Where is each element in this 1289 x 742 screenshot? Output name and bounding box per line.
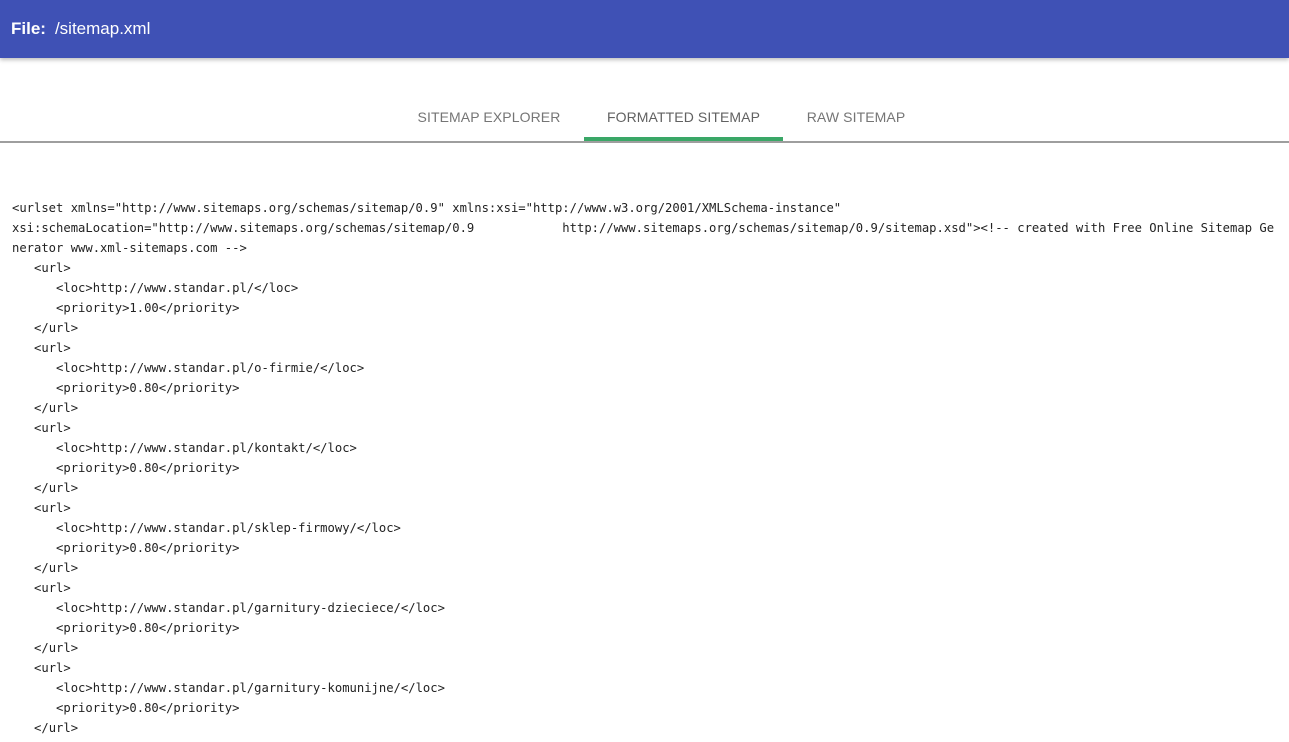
tab-sitemap-explorer[interactable]: SITEMAP EXPLORER	[394, 92, 584, 141]
formatted-sitemap-content: <urlset xmlns="http://www.sitemaps.org/s…	[12, 201, 1275, 735]
file-label: File:	[11, 19, 46, 38]
tab-raw-sitemap[interactable]: RAW SITEMAP	[783, 92, 929, 141]
tab-formatted-sitemap[interactable]: FORMATTED SITEMAP	[584, 92, 783, 141]
tab-bar: SITEMAP EXPLORER FORMATTED SITEMAP RAW S…	[0, 92, 1289, 143]
app-bar: File: /sitemap.xml	[0, 0, 1289, 58]
active-tab-indicator	[584, 137, 783, 141]
file-path: /sitemap.xml	[54, 19, 151, 38]
